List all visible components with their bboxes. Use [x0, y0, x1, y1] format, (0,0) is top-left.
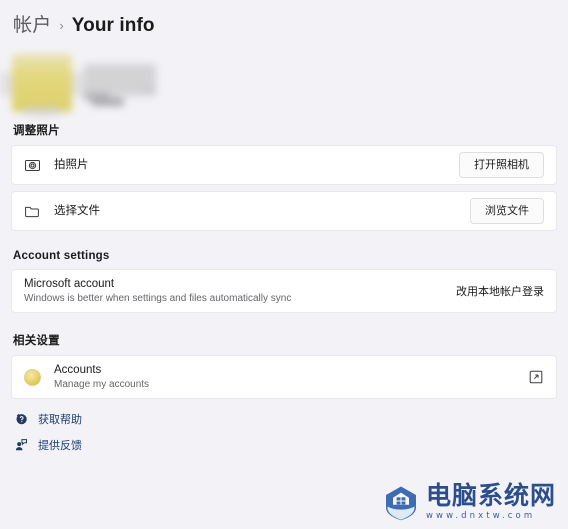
give-feedback-label: 提供反馈 — [38, 440, 82, 452]
sign-in-local-account-link[interactable]: 改用本地帐户登录 — [456, 283, 544, 299]
watermark-url: www.dnxtw.com — [425, 511, 536, 522]
help-icon — [13, 412, 28, 427]
watermark-title: 电脑系统网 — [425, 481, 556, 511]
feedback-icon — [13, 438, 28, 453]
row-take-photo-title: 拍照片 — [54, 159, 89, 171]
profile-detail-blur-2 — [142, 88, 156, 92]
profile-summary — [0, 50, 568, 122]
get-help-link[interactable]: 获取帮助 — [13, 411, 82, 427]
external-link-icon[interactable] — [528, 369, 544, 385]
row-microsoft-account-left: Microsoft account Windows is better when… — [24, 277, 456, 305]
watermark-text: 电脑系统网 www.dnxtw.com — [426, 483, 556, 521]
accounts-avatar-icon — [24, 368, 41, 386]
row-choose-file[interactable]: 选择文件 浏览文件 — [11, 191, 557, 231]
page-title: Your info — [71, 15, 155, 36]
section-heading-adjust-photo: 调整照片 — [13, 125, 60, 137]
row-accounts-subtitle: Manage my accounts — [54, 379, 150, 390]
row-choose-file-text: 选择文件 — [54, 204, 100, 218]
chevron-right-icon: › — [59, 18, 64, 33]
site-watermark: 电脑系统网 www.dnxtw.com — [374, 477, 564, 527]
watermark-logo-icon — [382, 483, 420, 521]
avatar — [12, 54, 72, 112]
get-help-label: 获取帮助 — [38, 414, 82, 426]
row-choose-file-title: 选择文件 — [54, 205, 100, 217]
folder-icon — [24, 203, 41, 220]
row-accounts-text: Accounts Manage my accounts — [54, 363, 149, 391]
row-take-photo[interactable]: 拍照片 打开照相机 — [11, 145, 557, 185]
row-take-photo-text: 拍照片 — [54, 158, 89, 172]
give-feedback-link[interactable]: 提供反馈 — [13, 437, 82, 453]
breadcrumb: 帐户 › Your info — [0, 0, 568, 42]
row-microsoft-account-title: Microsoft account — [24, 278, 115, 290]
avatar-shadow — [20, 106, 64, 116]
row-microsoft-account[interactable]: Microsoft account Windows is better when… — [11, 269, 557, 313]
camera-icon — [24, 157, 41, 174]
profile-subtext-blur — [92, 98, 124, 106]
footer-links: 获取帮助 提供反馈 — [13, 411, 568, 453]
open-camera-button[interactable]: 打开照相机 — [459, 152, 544, 178]
breadcrumb-parent-link[interactable]: 帐户 — [13, 10, 51, 37]
row-choose-file-left: 选择文件 — [24, 203, 470, 220]
row-accounts[interactable]: Accounts Manage my accounts — [11, 355, 557, 399]
row-take-photo-left: 拍照片 — [24, 157, 459, 174]
section-heading-related-settings: 相关设置 — [13, 335, 60, 347]
row-accounts-left: Accounts Manage my accounts — [24, 363, 528, 391]
browse-files-button[interactable]: 浏览文件 — [470, 198, 544, 224]
row-microsoft-account-text: Microsoft account Windows is better when… — [24, 277, 291, 305]
row-accounts-title: Accounts — [54, 364, 102, 376]
section-heading-account-settings: Account settings — [13, 250, 110, 262]
row-microsoft-account-subtitle: Windows is better when settings and file… — [24, 293, 292, 304]
